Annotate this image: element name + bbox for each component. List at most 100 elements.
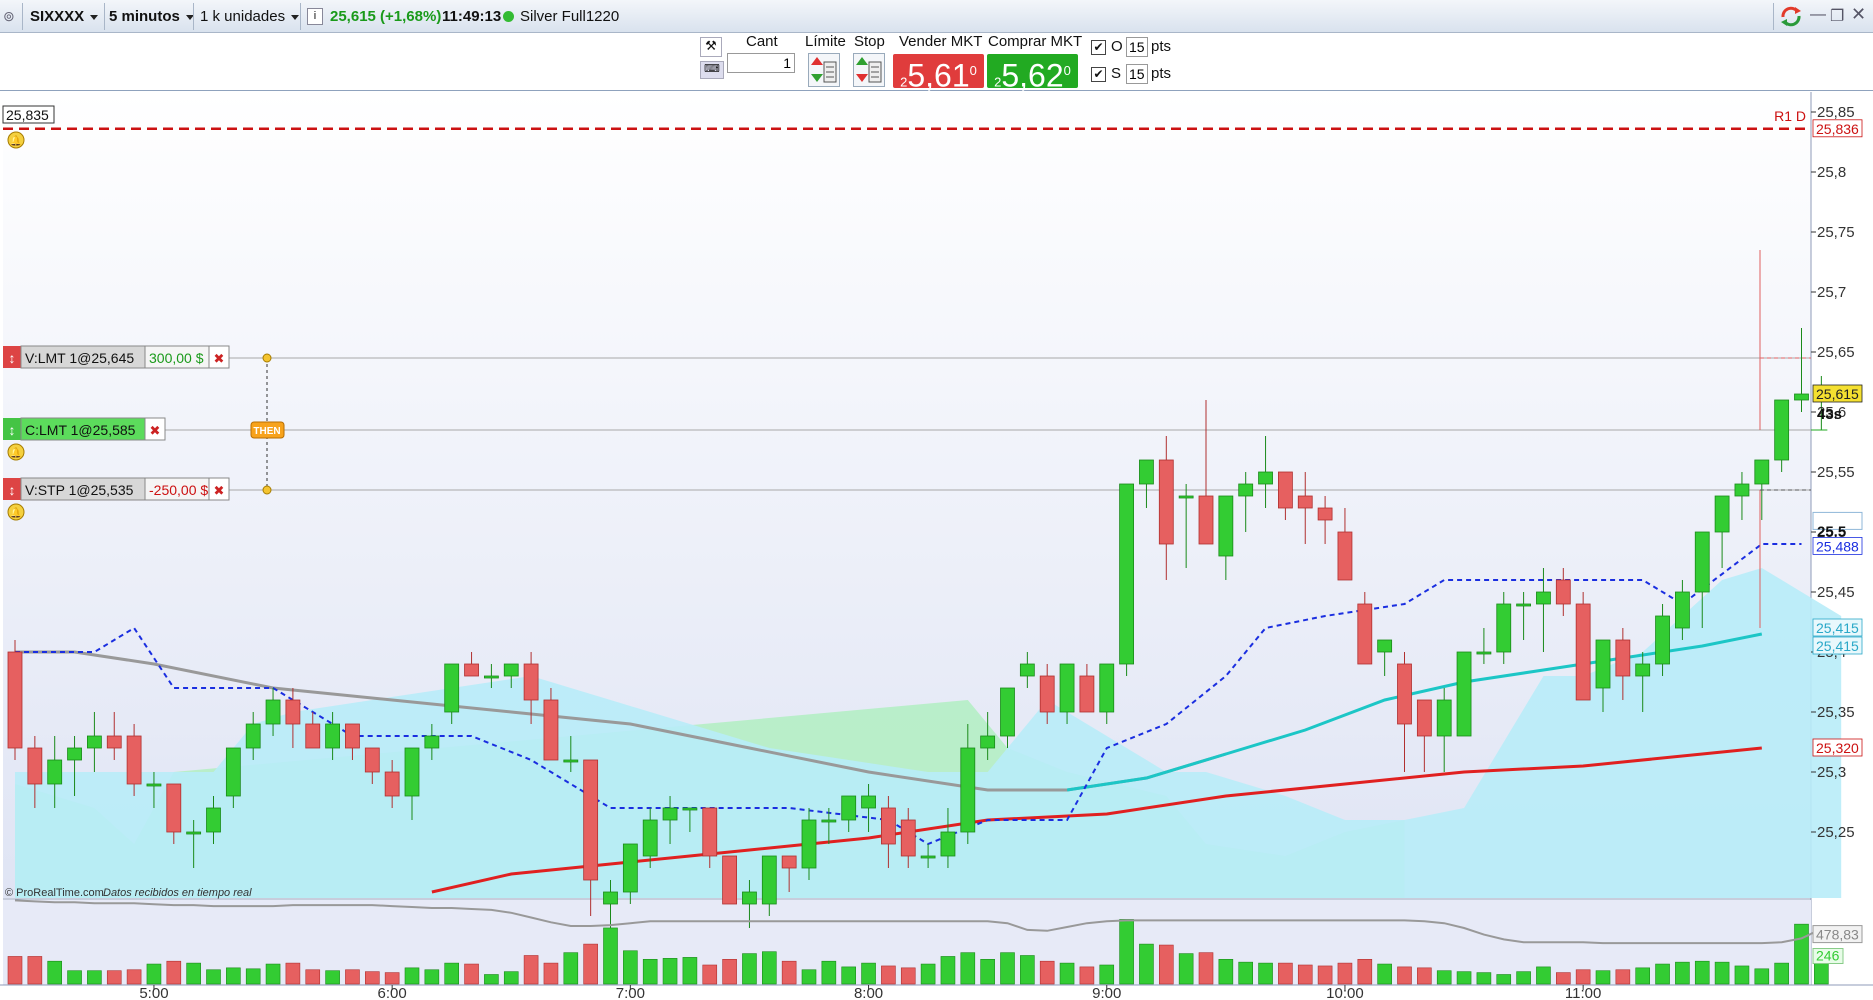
volume-bar <box>1039 960 1055 985</box>
candle-body <box>861 795 876 809</box>
price-tick-label: 25,65 <box>1817 344 1855 361</box>
candle-body <box>1238 483 1254 497</box>
candle-body <box>1675 591 1690 629</box>
order-label: V:STP 1@25,535 <box>25 482 134 498</box>
candle-body <box>1595 639 1611 689</box>
volume-bar <box>1694 960 1710 985</box>
sell-market-label: Vender MKT <box>899 33 983 50</box>
volume-bar <box>27 956 43 985</box>
s-checkbox[interactable]: ✔ <box>1091 67 1106 82</box>
then-label: THEN <box>253 426 280 437</box>
volume-bar <box>166 960 182 985</box>
order-tag: ↕ V:LMT 1@25,645 300,00 $ ✖ <box>3 345 230 369</box>
restore-icon[interactable]: ❐ <box>1830 6 1844 26</box>
volume-bar <box>1238 961 1253 985</box>
quote-change: 25,615 (+1,68%) <box>330 8 442 25</box>
candle-body <box>1198 495 1214 545</box>
volume-bar <box>1059 962 1075 985</box>
price-tick-label: 25,55 <box>1817 464 1855 481</box>
refresh-icon[interactable] <box>1777 3 1805 30</box>
candle-body <box>345 723 360 749</box>
candle-body <box>841 795 857 821</box>
candle-body <box>1774 399 1790 461</box>
units-label: 1 k unidades <box>200 8 286 25</box>
volume-bar <box>1794 923 1809 985</box>
volume-bar <box>1417 967 1432 985</box>
footer-brand: © ProRealTime.com <box>5 887 104 899</box>
s-points-input[interactable] <box>1126 64 1148 84</box>
candle-body <box>285 699 301 725</box>
candle-body <box>622 843 638 893</box>
candle-body <box>563 759 579 763</box>
candle-body <box>1734 483 1750 497</box>
info-icon[interactable]: i <box>307 8 323 25</box>
cloud-value-tag-2: 25,415 <box>1816 638 1859 654</box>
candle-body <box>722 855 737 905</box>
volume-bar <box>1337 962 1353 985</box>
timeframe-selector[interactable]: 5 minutos <box>109 4 194 29</box>
o-points-input[interactable] <box>1126 37 1148 57</box>
limit-order-button[interactable] <box>808 53 840 87</box>
volume-bar <box>1357 958 1373 985</box>
current-price-tag: 25,615 <box>1816 386 1859 402</box>
o-checkbox[interactable]: ✔ <box>1091 40 1106 55</box>
chart-svg[interactable]: 25,8525,825,7525,725,6525,625,5525,525,4… <box>0 0 1873 1000</box>
units-selector[interactable]: 1 k unidades <box>200 4 300 29</box>
candle-body <box>821 819 837 823</box>
separator <box>104 3 105 30</box>
sell-price: 5,61 <box>907 57 970 94</box>
volume-bar <box>1000 952 1015 985</box>
link-icon[interactable]: ⊚ <box>3 4 15 29</box>
r1-value-tag: 25,836 <box>1816 121 1859 137</box>
candle-body <box>483 675 499 679</box>
volume-bar <box>1079 966 1095 985</box>
candle-body <box>1258 471 1273 485</box>
candle-body <box>1059 663 1075 713</box>
volume-bar <box>1595 970 1611 985</box>
candle-body <box>305 723 321 749</box>
candle-body <box>1099 663 1115 713</box>
price-tick-label: 25,25 <box>1817 824 1855 841</box>
symbol-selector[interactable]: SIXXXX <box>30 4 99 29</box>
candle-body <box>523 663 539 701</box>
volume-bar <box>226 967 241 985</box>
volume-bar <box>285 962 301 985</box>
keyboard-icon[interactable]: ⌨ <box>700 61 724 79</box>
minimize-icon[interactable]: — <box>1810 6 1826 24</box>
volume-bar <box>1218 958 1234 985</box>
candle-body <box>126 735 142 785</box>
kijun-value-tag: 25,488 <box>1816 538 1859 554</box>
volume-bar <box>742 953 757 985</box>
bell-icon-glyph: 🔔 <box>10 135 22 147</box>
s-label: S <box>1111 65 1122 82</box>
volume-bar <box>1159 944 1174 985</box>
candle-body <box>702 807 718 857</box>
volume-bar <box>1536 966 1551 985</box>
bell-icon-glyph: 🔔 <box>10 507 22 519</box>
volume-bar <box>1178 953 1194 985</box>
stop-order-button[interactable] <box>853 53 885 87</box>
close-icon[interactable]: ✕ <box>1851 4 1866 25</box>
volume-bar <box>1675 961 1690 985</box>
candle-body <box>67 747 82 761</box>
volume-bar <box>1734 965 1750 985</box>
volume-bar <box>821 960 837 985</box>
sell-market-button[interactable]: 25,610 <box>893 54 984 93</box>
volume-bar <box>245 968 261 985</box>
volume-bar <box>1377 963 1392 985</box>
candle-body <box>583 759 599 881</box>
price-tick-label: 25,7 <box>1817 284 1846 301</box>
candle-body <box>245 723 261 749</box>
candle-body <box>503 663 519 677</box>
volume-bar <box>702 964 718 985</box>
wrench-icon[interactable]: ⚒ <box>700 37 722 57</box>
volume-bar <box>87 970 102 985</box>
limit-label: Límite <box>805 33 846 50</box>
buy-market-button[interactable]: 25,620 <box>987 54 1078 93</box>
volume-bar <box>1020 955 1035 985</box>
candle-body <box>662 807 678 821</box>
volume-bar <box>841 966 857 985</box>
candle-body <box>1456 651 1472 737</box>
candle-body <box>87 735 102 749</box>
quantity-input[interactable] <box>727 53 795 73</box>
